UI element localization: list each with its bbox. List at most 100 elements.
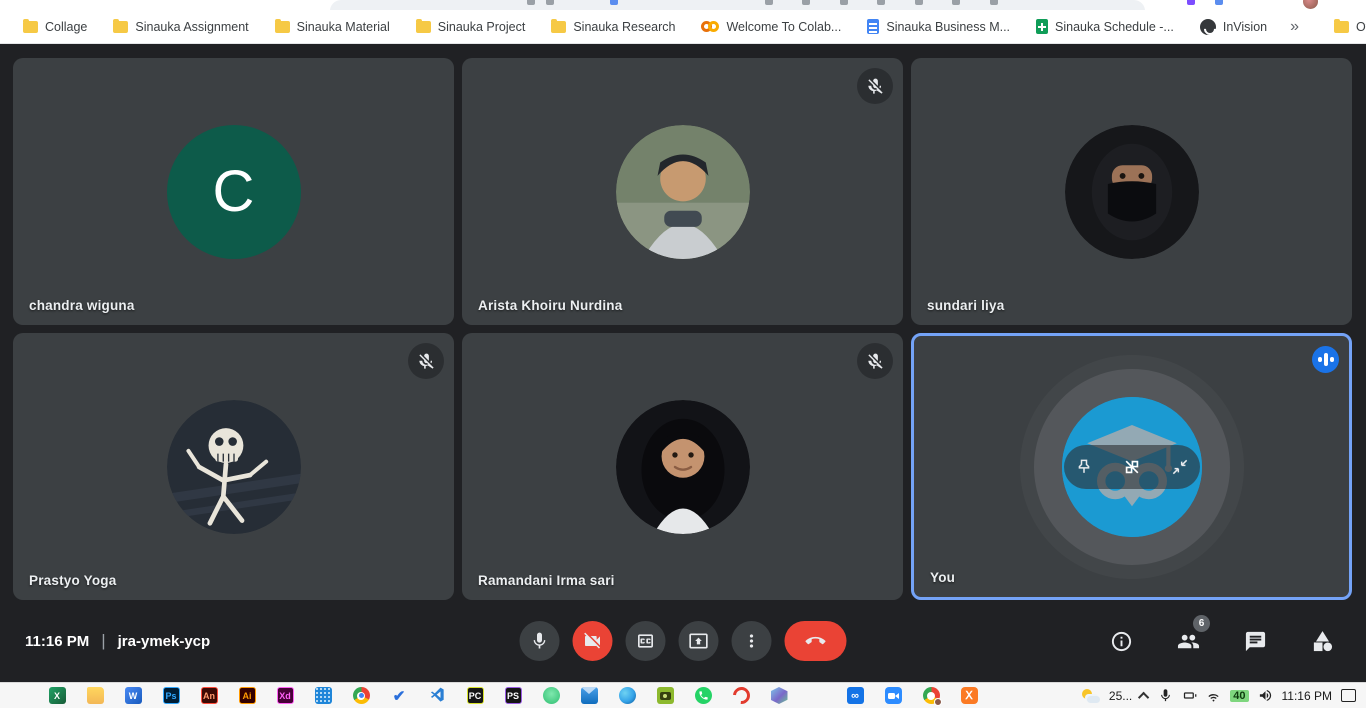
windows-logo-icon <box>11 687 28 704</box>
taskbar-pinwheel-app[interactable] <box>798 683 836 708</box>
bookmark-sinauka-assignment[interactable]: Sinauka Assignment <box>100 14 261 40</box>
captions-button[interactable] <box>626 621 666 661</box>
taskbar-clock[interactable]: 11:16 PM <box>1282 689 1332 703</box>
mic-icon <box>530 631 550 651</box>
wifi-icon[interactable] <box>1206 688 1221 703</box>
volume-icon[interactable] <box>1258 688 1273 703</box>
taskbar-animate[interactable]: An <box>190 683 228 708</box>
taskbar-chrome-profile[interactable] <box>912 683 950 708</box>
participant-photo-avatar <box>1065 125 1199 259</box>
green-camera-icon <box>657 687 674 704</box>
whatsapp-icon <box>695 687 712 704</box>
taskbar-vscode[interactable] <box>418 683 456 708</box>
taskbar-pycharm[interactable]: PC <box>456 683 494 708</box>
participant-tile-you[interactable]: You <box>911 333 1352 600</box>
taskbar-red-swirl-app[interactable] <box>722 683 760 708</box>
participant-name: Ramandani Irma sari <box>478 573 615 588</box>
more-options-button[interactable] <box>732 621 772 661</box>
adobe-xd-icon: Xd <box>277 687 294 704</box>
info-icon <box>1110 630 1133 653</box>
participant-tile-arista-khoiru-nurdina[interactable]: Arista Khoiru Nurdina <box>462 58 903 325</box>
google-docs-icon <box>867 19 879 34</box>
taskbar-edge[interactable] <box>608 683 646 708</box>
participant-tile-sundari-liya[interactable]: sundari liya <box>911 58 1352 325</box>
bookmark-label: Collage <box>45 20 87 34</box>
other-bookmarks-button[interactable]: Other bookmarks <box>1321 14 1366 40</box>
participant-name: Arista Khoiru Nurdina <box>478 298 622 313</box>
weather-temp[interactable]: 25... <box>1109 689 1132 703</box>
bookmark-sinauka-business[interactable]: Sinauka Business M... <box>854 14 1023 40</box>
taskbar-prism-app[interactable] <box>760 683 798 708</box>
bookmark-label: Sinauka Schedule -... <box>1055 20 1174 34</box>
toolbar-fragment <box>546 0 554 5</box>
mic-button[interactable] <box>520 621 560 661</box>
bookmark-welcome-to-colab[interactable]: Welcome To Colab... <box>688 14 854 40</box>
activities-button[interactable] <box>1302 621 1342 661</box>
remove-tile-icon[interactable] <box>1122 457 1142 477</box>
creative-cloud-icon: ∞ <box>847 687 864 704</box>
animate-icon: An <box>201 687 218 704</box>
taskbar-mail[interactable] <box>570 683 608 708</box>
taskbar-photoshop[interactable]: Ps <box>152 683 190 708</box>
camera-off-button[interactable] <box>573 621 613 661</box>
toolbar-fragment <box>952 0 960 5</box>
call-end-icon <box>806 631 826 651</box>
pin-icon[interactable] <box>1074 457 1094 477</box>
taskbar-android-app[interactable] <box>532 683 570 708</box>
toolbar-fragment <box>802 0 810 5</box>
battery-percent-badge[interactable]: 40 <box>1230 690 1248 702</box>
taskbar-whatsapp[interactable] <box>684 683 722 708</box>
blue-check-icon: ✔ <box>391 687 408 704</box>
tray-overflow-chevron-icon[interactable] <box>1138 691 1149 702</box>
participant-tile-chandra-wiguna[interactable]: C chandra wiguna <box>13 58 454 325</box>
tray-mic-icon[interactable] <box>1158 688 1173 703</box>
colab-icon <box>701 21 719 33</box>
folder-icon <box>23 21 38 33</box>
present-button[interactable] <box>679 621 719 661</box>
taskbar-xampp[interactable]: ꓫ <box>950 683 988 708</box>
participant-tile-ramandani-irma-sari[interactable]: Ramandani Irma sari <box>462 333 903 600</box>
weather-icon[interactable] <box>1082 689 1100 703</box>
taskbar-excel[interactable]: X <box>38 683 76 708</box>
bookmark-label: InVision <box>1223 20 1267 34</box>
toolbar-fragment <box>877 0 885 5</box>
avatar-ring <box>1034 369 1230 565</box>
taskbar-phpstorm[interactable]: PS <box>494 683 532 708</box>
participants-count-badge: 6 <box>1193 615 1210 632</box>
photoshop-icon: Ps <box>163 687 180 704</box>
action-center-icon[interactable] <box>1341 689 1356 702</box>
taskbar-creative-cloud[interactable]: ∞ <box>836 683 874 708</box>
taskbar-camera-app[interactable] <box>646 683 684 708</box>
bookmark-invision[interactable]: InVision <box>1187 14 1280 40</box>
battery-plug-icon[interactable] <box>1182 688 1197 703</box>
extension-icon-fragment <box>1187 0 1195 5</box>
taskbar-adobe-xd[interactable]: Xd <box>266 683 304 708</box>
leave-call-button[interactable] <box>785 621 847 661</box>
participant-tile-prastyo-yoga[interactable]: Prastyo Yoga <box>13 333 454 600</box>
folder-icon <box>1334 21 1349 33</box>
participant-photo-avatar <box>616 400 750 534</box>
toolbar-fragment <box>765 0 773 5</box>
bookmark-sinauka-research[interactable]: Sinauka Research <box>538 14 688 40</box>
meeting-details-button[interactable] <box>1101 621 1141 661</box>
taskbar-file-explorer[interactable] <box>76 683 114 708</box>
taskbar-chrome[interactable] <box>342 683 380 708</box>
taskbar-calendar-app[interactable] <box>304 683 342 708</box>
bookmark-sinauka-project[interactable]: Sinauka Project <box>403 14 539 40</box>
bookmark-collage[interactable]: Collage <box>10 14 100 40</box>
bookmarks-overflow-chevron-icon[interactable]: » <box>1280 18 1309 36</box>
chat-button[interactable] <box>1235 621 1275 661</box>
start-button[interactable] <box>0 683 38 708</box>
taskbar-illustrator[interactable]: Ai <box>228 683 266 708</box>
calendar-grid-icon <box>315 687 332 704</box>
taskbar-check-app[interactable]: ✔ <box>380 683 418 708</box>
participants-button[interactable]: 6 <box>1168 621 1208 661</box>
omnibox-fragment[interactable] <box>330 0 1145 10</box>
extension-icon-fragment <box>1215 0 1223 5</box>
bookmark-sinauka-material[interactable]: Sinauka Material <box>262 14 403 40</box>
taskbar-video-app[interactable] <box>874 683 912 708</box>
browser-profile-avatar[interactable] <box>1303 0 1318 9</box>
bookmark-sinauka-schedule[interactable]: Sinauka Schedule -... <box>1023 14 1187 40</box>
minimize-icon[interactable] <box>1170 457 1190 477</box>
taskbar-word[interactable]: W <box>114 683 152 708</box>
